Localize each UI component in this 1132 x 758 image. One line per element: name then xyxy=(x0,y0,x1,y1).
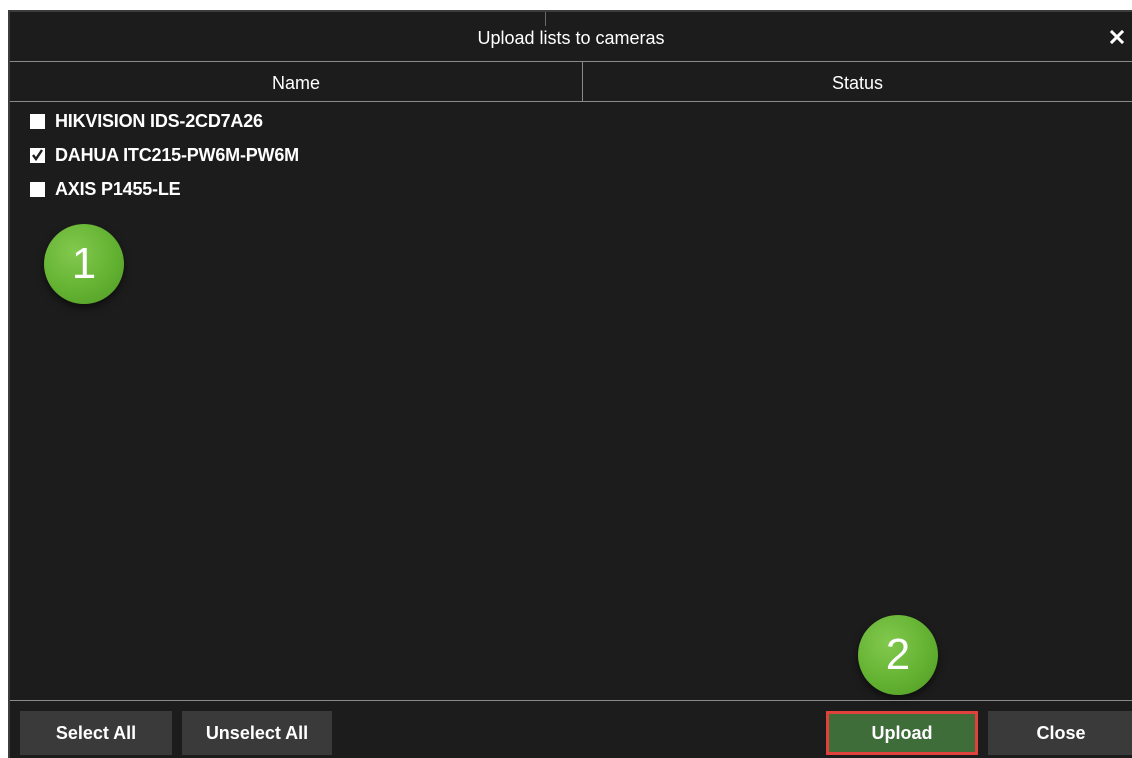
upload-lists-dialog: Upload lists to cameras Name Status HIKV… xyxy=(8,10,1132,758)
checkmark-icon xyxy=(32,148,43,161)
dialog-title: Upload lists to cameras xyxy=(477,28,665,48)
camera-row-axis[interactable]: AXIS P1455-LE xyxy=(30,174,181,204)
select-all-button[interactable]: Select All xyxy=(20,711,172,755)
camera-checkbox-checked[interactable] xyxy=(30,147,45,163)
close-button[interactable]: Close xyxy=(988,711,1132,755)
column-header-status[interactable]: Status xyxy=(583,62,1132,102)
dialog-titlebar: Upload lists to cameras xyxy=(10,12,1132,62)
camera-row-hikvision[interactable]: HIKVISION IDS-2CD7A26 xyxy=(30,106,263,136)
screenshot-frame: Upload lists to cameras Name Status HIKV… xyxy=(0,0,1132,758)
unselect-all-button[interactable]: Unselect All xyxy=(182,711,332,755)
camera-list: HIKVISION IDS-2CD7A26 DAHUA ITC215-PW6M-… xyxy=(10,104,1132,704)
close-x-glyph xyxy=(1109,29,1125,45)
step-2-badge: 2 xyxy=(858,615,938,695)
close-icon[interactable] xyxy=(1104,22,1130,52)
camera-name: HIKVISION IDS-2CD7A26 xyxy=(55,110,263,131)
upload-button[interactable]: Upload xyxy=(826,711,978,755)
camera-row-dahua[interactable]: DAHUA ITC215-PW6M-PW6M xyxy=(30,140,299,170)
camera-checkbox[interactable] xyxy=(30,113,45,129)
camera-name: AXIS P1455-LE xyxy=(55,178,181,199)
camera-checkbox[interactable] xyxy=(30,181,45,197)
footer-divider xyxy=(10,700,1132,701)
column-header-name[interactable]: Name xyxy=(10,62,583,102)
camera-name: DAHUA ITC215-PW6M-PW6M xyxy=(55,144,299,165)
step-1-badge: 1 xyxy=(44,224,124,304)
